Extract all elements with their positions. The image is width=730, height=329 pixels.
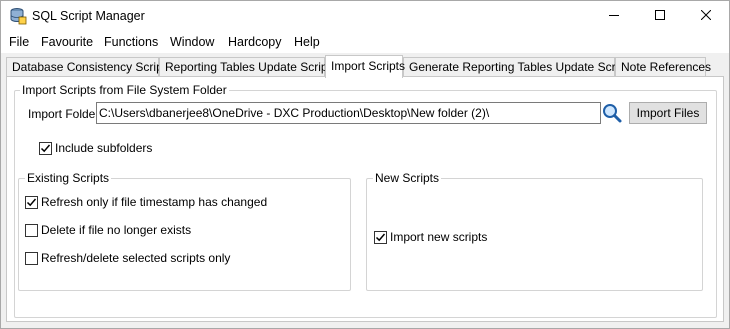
maximize-icon xyxy=(655,9,665,23)
refresh-delete-selected-only-label: Refresh/delete selected scripts only xyxy=(41,251,231,265)
refresh-if-timestamp-changed-checkbox[interactable]: Refresh only if file timestamp has chang… xyxy=(25,195,267,209)
import-group-title: Import Scripts from File System Folder xyxy=(20,83,229,97)
minimize-button[interactable] xyxy=(591,1,637,31)
menu-functions[interactable]: Functions xyxy=(104,35,158,49)
delete-if-missing-checkbox[interactable]: Delete if file no longer exists xyxy=(25,223,191,237)
app-window: SQL Script Manager File Favourite Functi… xyxy=(0,0,730,329)
checkbox-box[interactable] xyxy=(25,223,38,237)
tab-database-consistency-scripts[interactable]: Database Consistency Scripts xyxy=(6,57,172,77)
delete-if-missing-label: Delete if file no longer exists xyxy=(41,223,192,237)
checkbox-box[interactable] xyxy=(25,251,38,265)
include-subfolders-checkbox[interactable]: Include subfolders xyxy=(39,141,152,155)
refresh-delete-selected-only-checkbox[interactable]: Refresh/delete selected scripts only xyxy=(25,251,230,265)
include-subfolders-label: Include subfolders xyxy=(55,141,153,155)
window-title: SQL Script Manager xyxy=(32,9,145,23)
menu-help[interactable]: Help xyxy=(294,35,320,49)
browse-folder-button[interactable] xyxy=(601,102,623,124)
import-folder-input[interactable]: C:\Users\dbanerjee8\OneDrive - DXC Produ… xyxy=(96,102,601,124)
tab-strip: Database Consistency Scripts Reporting T… xyxy=(1,55,729,78)
checkbox-box[interactable] xyxy=(374,230,387,244)
tab-import-scripts[interactable]: Import Scripts xyxy=(325,55,405,78)
close-icon xyxy=(700,9,712,23)
checkbox-box[interactable] xyxy=(25,195,38,209)
menu-file[interactable]: File xyxy=(9,35,29,49)
import-files-button[interactable]: Import Files xyxy=(629,102,707,124)
tab-note-references[interactable]: Note References xyxy=(615,57,711,77)
tab-reporting-tables-update-scripts[interactable]: Reporting Tables Update Scripts xyxy=(159,57,337,77)
search-icon xyxy=(601,104,623,127)
import-new-scripts-label: Import new scripts xyxy=(390,230,488,244)
maximize-button[interactable] xyxy=(637,1,683,31)
menu-hardcopy[interactable]: Hardcopy xyxy=(228,35,282,49)
title-bar: SQL Script Manager xyxy=(1,1,729,31)
menu-bar: File Favourite Functions Window Hardcopy… xyxy=(1,31,729,53)
close-button[interactable] xyxy=(683,1,729,31)
database-icon xyxy=(9,7,27,25)
existing-scripts-group: Existing Scripts Refresh only if file ti… xyxy=(18,171,351,291)
menu-window[interactable]: Window xyxy=(170,35,214,49)
import-new-scripts-checkbox[interactable]: Import new scripts xyxy=(374,230,487,244)
refresh-if-timestamp-changed-label: Refresh only if file timestamp has chang… xyxy=(41,195,268,209)
menu-favourite[interactable]: Favourite xyxy=(41,35,93,49)
new-scripts-group: New Scripts Import new scripts xyxy=(366,171,703,291)
import-scripts-panel: Import Scripts from File System Folder I… xyxy=(6,76,724,322)
new-scripts-title: New Scripts xyxy=(373,171,442,185)
tab-generate-reporting-tables-update-scripts[interactable]: Generate Reporting Tables Update Scripts xyxy=(403,57,634,77)
import-folder-label: Import Folder xyxy=(28,107,100,121)
import-folder-group: Import Scripts from File System Folder I… xyxy=(14,83,717,318)
minimize-icon xyxy=(609,9,619,23)
existing-scripts-title: Existing Scripts xyxy=(25,171,112,185)
checkbox-box[interactable] xyxy=(39,141,52,155)
